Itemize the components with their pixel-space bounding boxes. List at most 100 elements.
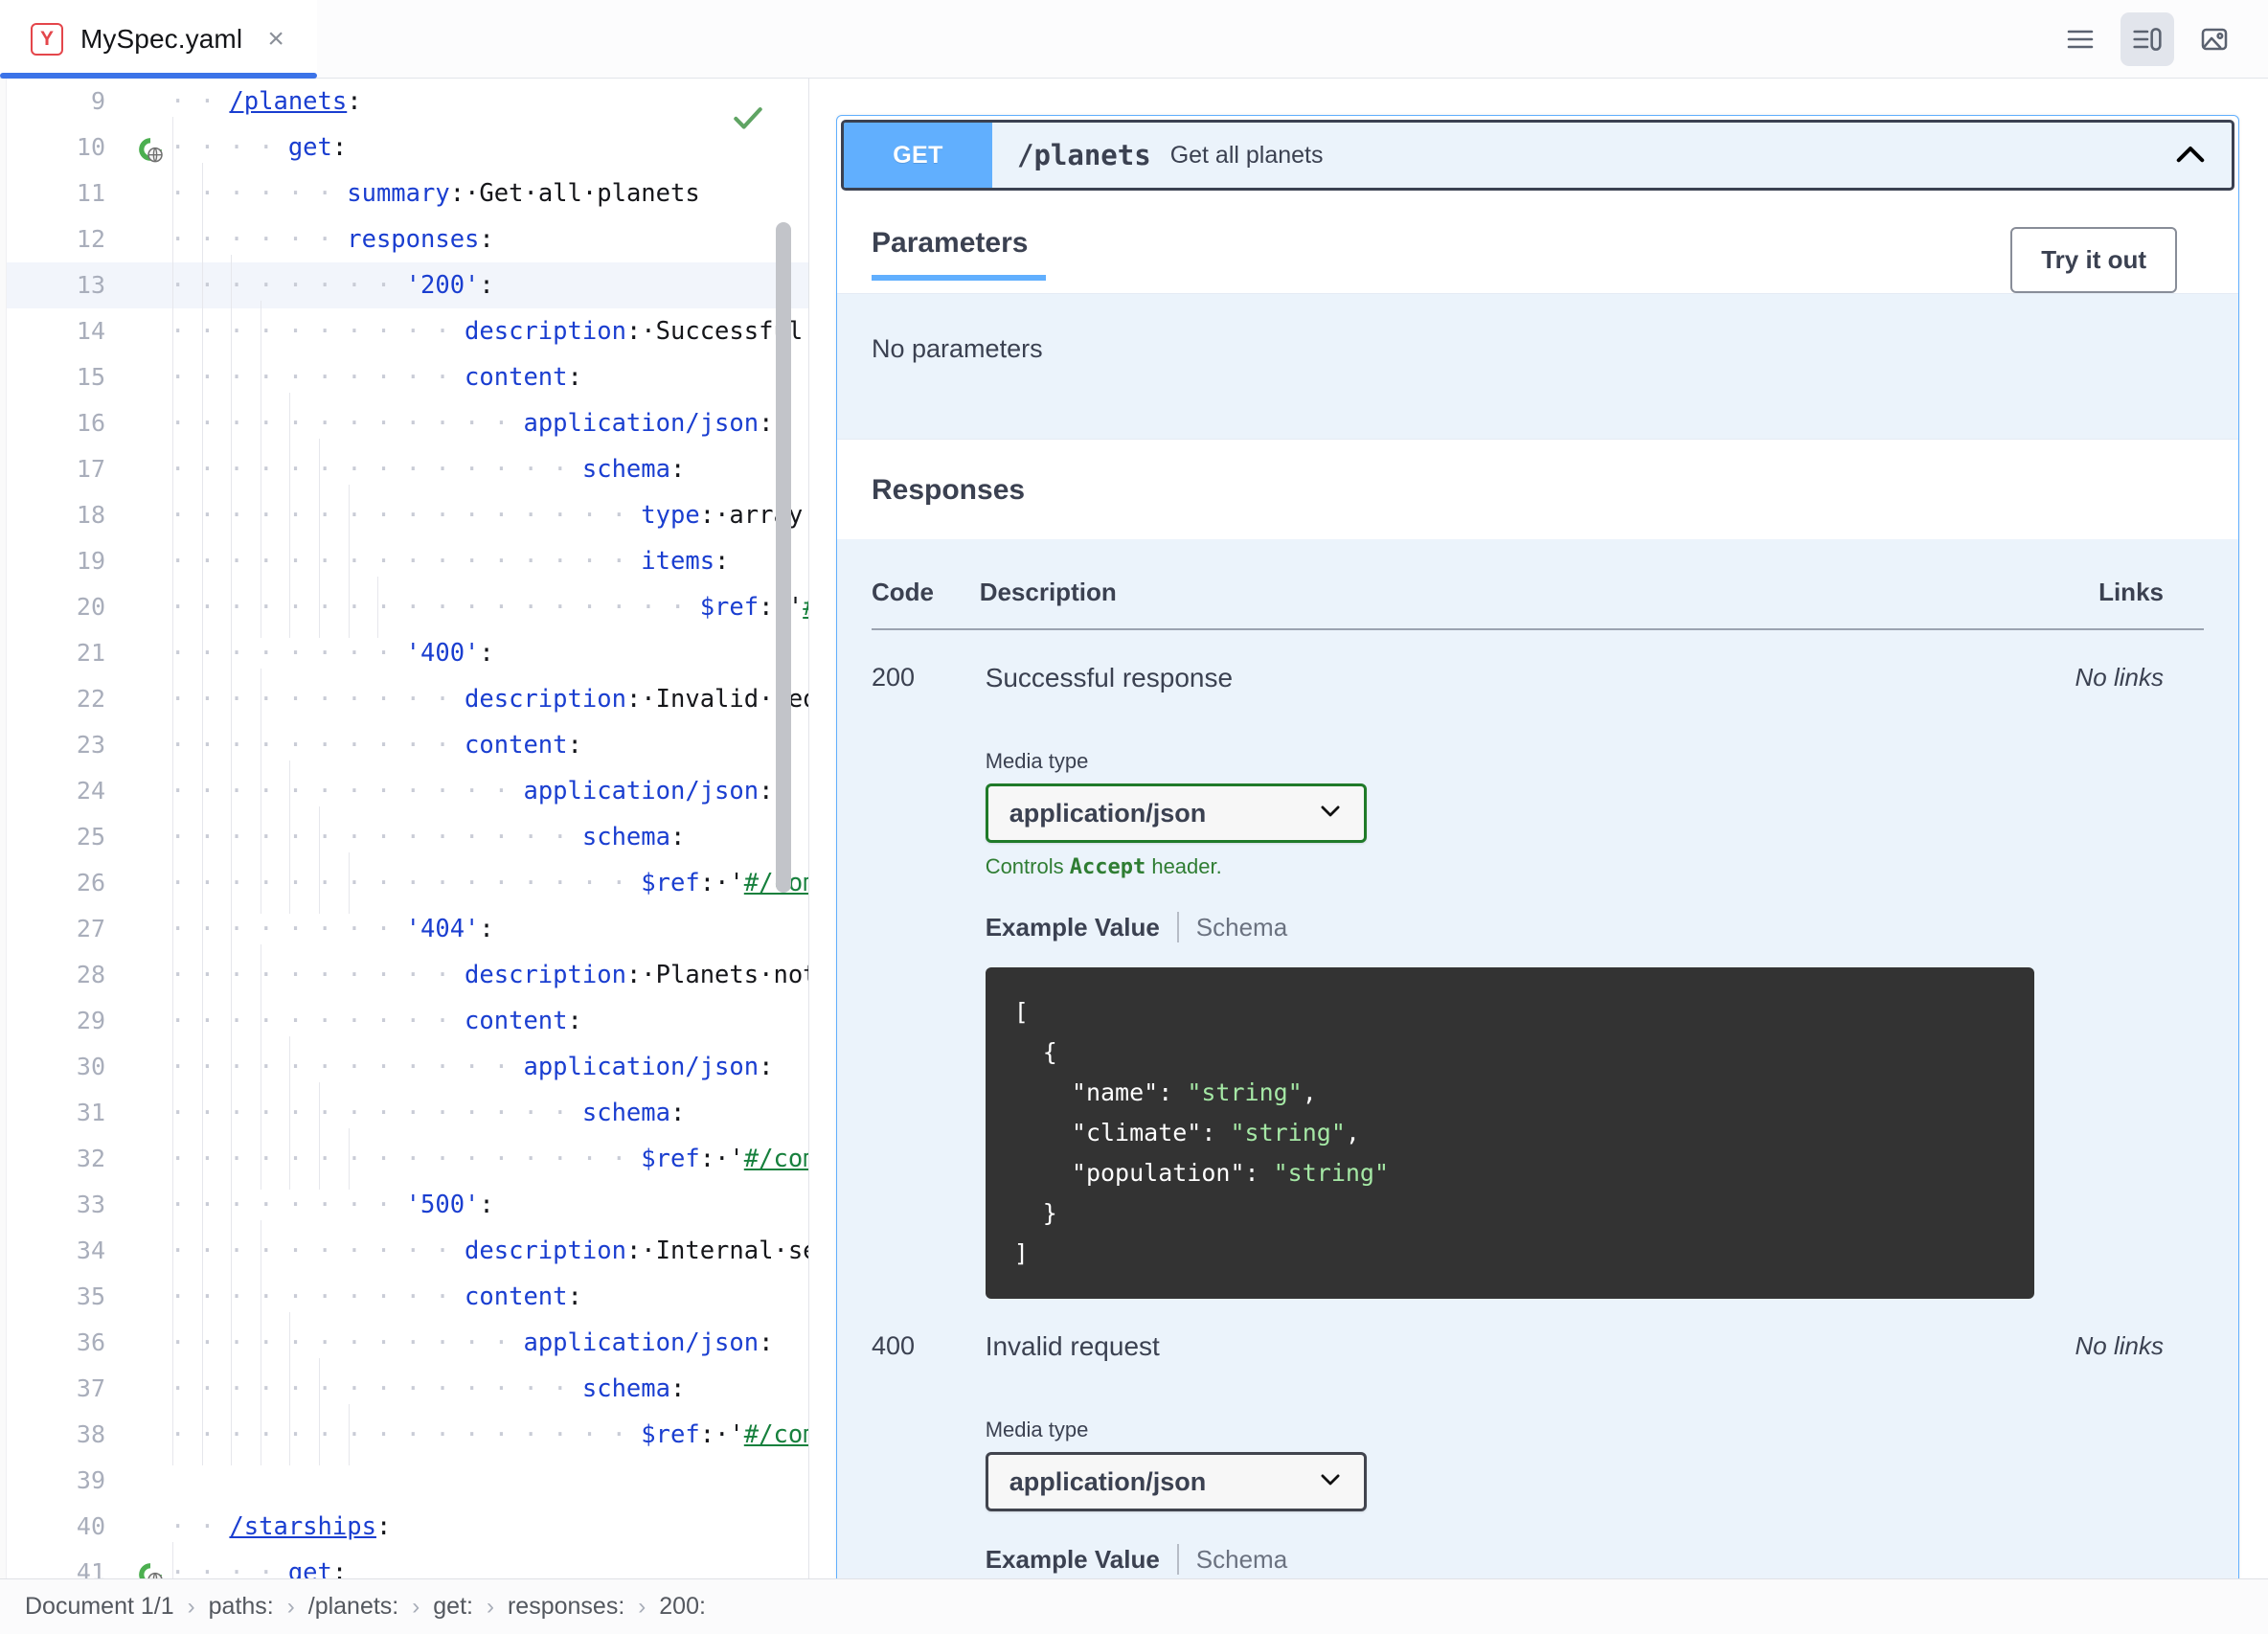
line-number: 23 — [76, 731, 105, 759]
breadcrumb-separator: › — [412, 1593, 420, 1620]
line-number: 18 — [76, 501, 105, 529]
code-line[interactable]: 37 · · · · · · · · · · · · · · schema: — [0, 1358, 808, 1419]
code-line[interactable]: 15 · · · · · · · · · · content: — [0, 347, 808, 408]
list-view-icon[interactable] — [2053, 12, 2107, 66]
code-line[interactable]: 40 · · /starships: — [0, 1504, 808, 1550]
breadcrumb-item[interactable]: 200: — [659, 1593, 706, 1621]
code-line[interactable]: 35 · · · · · · · · · · content: — [0, 1266, 808, 1328]
response-description: Successful response — [985, 663, 1234, 692]
code-line[interactable]: 24 · · · · · · · · · · · · application/js… — [0, 760, 808, 822]
breadcrumb-item[interactable]: /planets: — [308, 1593, 399, 1621]
indent-dots: · · · · · · · · · · · · — [170, 409, 524, 438]
editor-vertical-scrollbar[interactable] — [776, 222, 791, 893]
indent-dots: · · · · · · · · · · — [170, 317, 465, 346]
token-key: type — [641, 501, 700, 530]
code-line[interactable]: 10 · · · · get: — [0, 117, 808, 178]
code-line[interactable]: 12 · · · · · · responses: — [0, 209, 808, 270]
indent-dots: · · · · · · · · · · · · · · · · — [170, 547, 642, 576]
tab-example-value[interactable]: Example Value — [986, 1545, 1160, 1575]
token-punct: : — [331, 133, 348, 162]
media-type-select[interactable]: application/json — [985, 783, 1367, 843]
code-line[interactable]: 9 · · /planets: — [0, 79, 808, 125]
code-text: · · · · · · · · · · · · · · schema: — [165, 439, 808, 500]
code-line[interactable]: 32 · · · · · · · · · · · · · · · · $ref:·… — [0, 1128, 808, 1190]
indent-dots: · · · · · · · · · · — [170, 731, 465, 760]
line-number: 14 — [76, 317, 105, 345]
code-line[interactable]: 18 · · · · · · · · · · · · · · · · type:·… — [0, 485, 808, 546]
token-punct: : — [625, 961, 642, 989]
code-text: · · · · · · · · '404': — [165, 898, 808, 960]
code-line[interactable]: 16 · · · · · · · · · · · · application/js… — [0, 393, 808, 454]
indent-dots: · · · · · · · · · · — [170, 685, 465, 714]
code-line[interactable]: 30 · · · · · · · · · · · · application/js… — [0, 1036, 808, 1098]
indent-dots: · · · · · · · · — [170, 915, 406, 943]
code-line[interactable]: 29 · · · · · · · · · · content: — [0, 990, 808, 1052]
indent-dots: · · · · · · · · · · · · · · · · — [170, 1145, 642, 1173]
line-number: 26 — [76, 869, 105, 896]
code-line[interactable]: 22 · · · · · · · · · · description:·Inval… — [0, 669, 808, 730]
token-path[interactable]: /planets — [229, 87, 347, 116]
breadcrumb-item[interactable]: Document 1/1 — [25, 1593, 174, 1621]
code-line[interactable]: 34 · · · · · · · · · · description:·Inter… — [0, 1220, 808, 1282]
editor-tab-myspec[interactable]: Y MySpec.yaml × — [0, 0, 318, 79]
code-lines[interactable]: 9 · · /planets: 10 · · · · get: 11 · · · · · … — [0, 79, 808, 1578]
tab-example-value[interactable]: Example Value — [986, 913, 1160, 942]
code-line[interactable]: 36 · · · · · · · · · · · · application/js… — [0, 1312, 808, 1373]
code-line[interactable]: 39 — [0, 1458, 808, 1504]
col-header-links: Links — [2033, 578, 2204, 630]
token-ref[interactable]: #/components/schema — [744, 1145, 808, 1173]
code-line[interactable]: 27 · · · · · · · · '404': — [0, 898, 808, 960]
code-line[interactable]: 31 · · · · · · · · · · · · · · schema: — [0, 1082, 808, 1144]
token-ref[interactable]: #/components/sche — [803, 593, 808, 622]
token-key: summary — [347, 179, 450, 208]
run-endpoint-icon[interactable] — [136, 133, 165, 163]
token-punct: : — [759, 777, 774, 806]
code-line[interactable]: 38 · · · · · · · · · · · · · · · · $ref:·… — [0, 1404, 808, 1465]
run-endpoint-icon[interactable] — [136, 1558, 165, 1578]
chevron-up-icon[interactable] — [2170, 123, 2232, 188]
token-key: application/json — [523, 1053, 760, 1081]
split-view-icon[interactable] — [2121, 11, 2174, 66]
token-key: get — [287, 133, 332, 162]
try-it-out-button[interactable]: Try it out — [2010, 227, 2177, 293]
breadcrumb-item[interactable]: responses: — [508, 1593, 624, 1621]
line-number: 16 — [76, 409, 105, 437]
operation-summary-header[interactable]: GET /planets Get all planets — [841, 120, 2234, 191]
yaml-code-editor[interactable]: 9 · · /planets: 10 · · · · get: 11 · · · · · … — [0, 79, 809, 1578]
code-line[interactable]: 28 · · · · · · · · · · description:·Plane… — [0, 944, 808, 1006]
tab-divider — [1176, 912, 1179, 942]
code-line[interactable]: 14 · · · · · · · · · · description:·Succe… — [0, 301, 808, 362]
token-key: content — [465, 1282, 568, 1311]
tab-schema[interactable]: Schema — [1196, 1545, 1287, 1575]
split-container: 9 · · /planets: 10 · · · · get: 11 · · · · · … — [0, 79, 2268, 1578]
indent-dots: · · · · · · — [170, 225, 348, 254]
token-path[interactable]: /starships — [229, 1512, 376, 1541]
code-line[interactable]: 41 · · · · get: — [0, 1542, 808, 1578]
tab-schema[interactable]: Schema — [1196, 913, 1287, 942]
close-icon[interactable]: × — [260, 24, 292, 54]
code-line[interactable]: 25 · · · · · · · · · · · · · · schema: — [0, 806, 808, 868]
code-line[interactable]: 19 · · · · · · · · · · · · · · · · items: — [0, 531, 808, 592]
breadcrumb-item[interactable]: paths: — [209, 1593, 274, 1621]
token-ref[interactable]: #/components/schema — [744, 1420, 808, 1449]
code-text: · · · · · · · · '500': — [165, 1174, 808, 1236]
code-sample-line: [ — [1013, 998, 1029, 1026]
code-line[interactable]: 11 · · · · · · summary:·Get·all·planets — [0, 163, 808, 224]
tab-parameters[interactable]: Parameters — [872, 227, 1047, 281]
indent-dots: · · · · · · · · · · · · — [170, 777, 524, 806]
code-line[interactable]: 13 · · · · · · · · '200': — [0, 255, 808, 316]
breadcrumb-item[interactable]: get: — [433, 1593, 473, 1621]
code-line[interactable]: 17 · · · · · · · · · · · · · · schema: — [0, 439, 808, 500]
media-type-select[interactable]: application/json — [985, 1452, 1367, 1511]
indent-dots: · · · · · · · · · · · · · · — [170, 1374, 582, 1403]
example-value-code-block: [ { "name": "string", "climate": "string… — [985, 967, 2034, 1299]
code-line[interactable]: 21 · · · · · · · · '400': — [0, 623, 808, 684]
image-preview-icon[interactable] — [2188, 12, 2241, 66]
code-line[interactable]: 26 · · · · · · · · · · · · · · · · $ref:·… — [0, 852, 808, 914]
code-line[interactable]: 23 · · · · · · · · · · content: — [0, 715, 808, 776]
token-key: items — [641, 547, 715, 576]
code-line[interactable]: 20 · · · · · · · · · · · · · · · · · · $r… — [0, 577, 808, 638]
col-header-description: Description — [979, 578, 2034, 630]
code-line[interactable]: 33 · · · · · · · · '500': — [0, 1174, 808, 1236]
line-number: 35 — [76, 1282, 105, 1310]
